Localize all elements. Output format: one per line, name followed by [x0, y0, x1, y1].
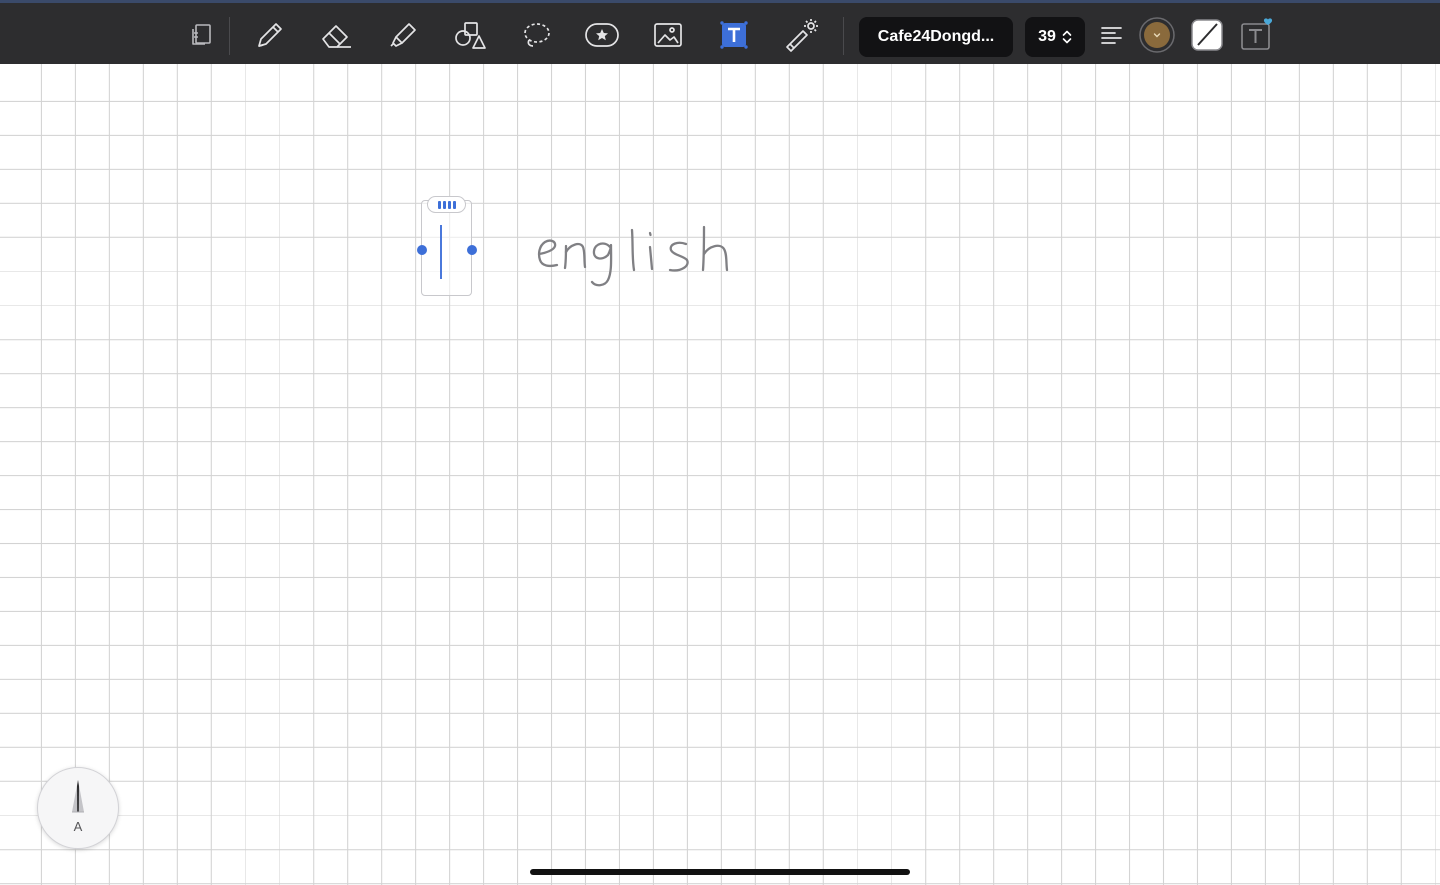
text-style-icon: [1241, 18, 1273, 50]
sticker-tool-button[interactable]: [582, 13, 622, 57]
page-layout-button[interactable]: [182, 13, 222, 57]
pencil-mode-button[interactable]: A: [37, 767, 119, 849]
text-color-button[interactable]: [1137, 13, 1177, 57]
notes-app: Cafe24Dongd... 39 A: [0, 0, 1440, 885]
page-layout-icon: [192, 24, 211, 45]
toolbar-divider: [843, 17, 844, 55]
highlighter-icon: [390, 23, 416, 47]
font-size-selector[interactable]: 39: [1025, 17, 1085, 57]
text-cursor: [440, 225, 442, 279]
toolbar-divider: [229, 17, 230, 55]
no-fill-icon: [1191, 19, 1223, 51]
align-left-icon: [1101, 27, 1122, 44]
font-size-value: 39: [1038, 28, 1056, 45]
handwritten-ink-word[interactable]: [532, 214, 738, 292]
toolbar: Cafe24Dongd... 39: [0, 0, 1440, 64]
home-indicator[interactable]: [530, 869, 910, 875]
text-box-resize-left-handle[interactable]: [417, 245, 427, 255]
image-tool-button[interactable]: [648, 13, 688, 57]
eraser-tool-button[interactable]: [316, 13, 356, 57]
image-icon: [654, 23, 682, 47]
pencil-mode-label: A: [73, 819, 83, 834]
laser-pointer-icon: [786, 19, 818, 52]
shapes-tool-button[interactable]: [449, 13, 489, 57]
shapes-icon: [455, 22, 486, 49]
highlighter-tool-button[interactable]: [383, 13, 423, 57]
font-name: Cafe24Dongd...: [877, 28, 995, 45]
text-tool-icon: [720, 21, 748, 49]
font-family-selector[interactable]: Cafe24Dongd...: [859, 17, 1013, 57]
pen-icon: [258, 23, 282, 47]
pencil-tip-icon: [72, 780, 84, 813]
eraser-icon: [322, 25, 351, 48]
text-box[interactable]: [421, 200, 472, 296]
text-box-resize-right-handle[interactable]: [467, 245, 477, 255]
chevron-up-down-icon: [1062, 30, 1072, 44]
star-sticker-icon: [585, 23, 619, 47]
grid-canvas[interactable]: A: [0, 64, 1440, 885]
lasso-icon: [524, 23, 550, 47]
pen-tool-button[interactable]: [250, 13, 290, 57]
text-box-drag-handle[interactable]: [427, 196, 466, 213]
color-swatch-icon: [1139, 17, 1175, 53]
lasso-tool-button[interactable]: [516, 13, 556, 57]
laser-pointer-tool-button[interactable]: [781, 13, 821, 57]
text-background-button[interactable]: [1187, 13, 1227, 57]
text-style-button[interactable]: [1237, 13, 1277, 57]
text-align-button[interactable]: [1092, 13, 1132, 57]
text-tool-button[interactable]: [714, 13, 754, 57]
